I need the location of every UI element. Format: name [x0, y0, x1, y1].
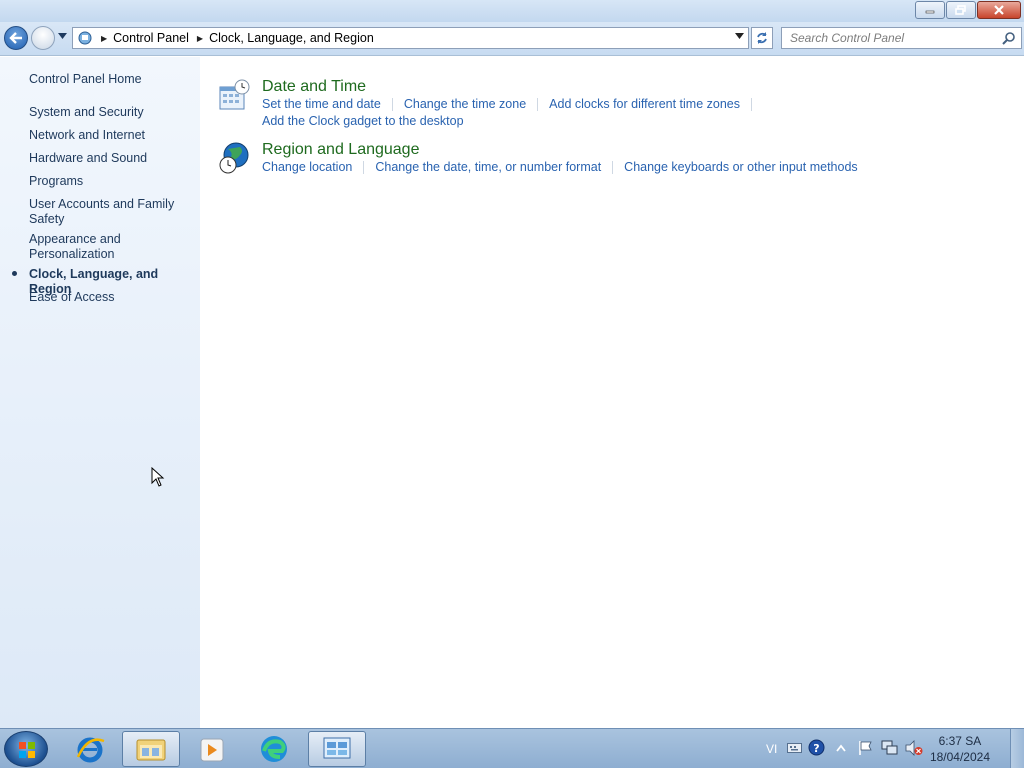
calendar-clock-icon[interactable] — [218, 78, 252, 112]
mouse-cursor-icon — [151, 467, 165, 487]
breadcrumb-arrow-icon[interactable]: ▶ — [101, 34, 107, 43]
link-change-keyboards[interactable]: Change keyboards or other input methods — [624, 160, 857, 174]
link-add-clock-gadget[interactable]: Add the Clock gadget to the desktop — [262, 114, 464, 128]
breadcrumb-clock-language-region[interactable]: Clock, Language, and Region — [209, 31, 374, 45]
sidebar-item-network-and-internet[interactable]: Network and Internet — [29, 128, 199, 143]
link-change-time-zone[interactable]: Change the time zone — [404, 97, 526, 111]
sidebar-item-hardware-and-sound[interactable]: Hardware and Sound — [29, 151, 199, 166]
taskbar-media-player[interactable] — [183, 731, 239, 767]
date-time-links-row1: Set the time and date Change the time zo… — [262, 97, 763, 111]
left-navigation-pane: Control Panel Home System and Security N… — [0, 57, 200, 728]
show-hidden-icons-icon[interactable] — [836, 744, 846, 752]
system-clock[interactable]: 6:37 SA 18/04/2024 — [930, 733, 990, 765]
taskbar-windows-explorer[interactable] — [122, 731, 180, 767]
main-content: Date and Time Set the time and date Chan… — [200, 57, 1024, 728]
link-set-time-and-date[interactable]: Set the time and date — [262, 97, 381, 111]
link-divider — [363, 160, 365, 174]
back-arrow-icon — [9, 32, 22, 44]
close-button[interactable] — [977, 1, 1021, 19]
action-center-flag-icon[interactable] — [858, 740, 874, 756]
tray-language[interactable]: VI — [766, 729, 777, 768]
link-change-date-time-number-format[interactable]: Change the date, time, or number format — [375, 160, 601, 174]
globe-clock-icon[interactable] — [218, 141, 252, 175]
category-title-date-and-time[interactable]: Date and Time — [262, 78, 366, 96]
sidebar-item-system-and-security[interactable]: System and Security — [29, 105, 199, 120]
svg-text:?: ? — [813, 742, 819, 755]
link-divider — [537, 97, 539, 111]
minimize-icon — [925, 10, 935, 14]
taskbar-control-panel[interactable] — [308, 731, 366, 767]
restore-button[interactable] — [946, 1, 976, 19]
navigation-bar: ▶ Control Panel ▶ Clock, Language, and R… — [0, 22, 1024, 56]
category-title-region-and-language[interactable]: Region and Language — [262, 141, 419, 159]
sidebar-item-control-panel-home[interactable]: Control Panel Home — [29, 72, 199, 87]
search-box — [781, 27, 1022, 49]
date-time-links-row2: Add the Clock gadget to the desktop — [262, 114, 464, 128]
address-bar[interactable]: ▶ Control Panel ▶ Clock, Language, and R… — [72, 27, 749, 49]
window-controls — [915, 1, 1021, 19]
breadcrumb-control-panel[interactable]: Control Panel — [113, 31, 189, 45]
sidebar-item-appearance[interactable]: Appearance and Personalization — [29, 232, 139, 262]
volume-muted-icon[interactable] — [905, 740, 923, 756]
back-button[interactable] — [4, 26, 28, 50]
breadcrumb-arrow-icon[interactable]: ▶ — [197, 34, 203, 43]
search-input[interactable] — [782, 28, 992, 48]
control-panel-icon — [78, 31, 92, 45]
link-divider — [612, 160, 614, 174]
clock-date: 18/04/2024 — [929, 750, 990, 764]
taskbar: VI ? 6:37 SA 18/04/2024 — [0, 728, 1024, 768]
link-divider — [391, 97, 393, 111]
language-indicator[interactable]: VI — [766, 742, 777, 756]
forward-button[interactable] — [31, 26, 55, 50]
start-button[interactable] — [4, 731, 48, 767]
search-icon[interactable] — [1002, 31, 1016, 45]
windows-logo-icon — [19, 742, 35, 758]
refresh-button[interactable] — [751, 27, 773, 49]
minimize-button[interactable] — [915, 1, 945, 19]
address-dropdown-icon[interactable] — [735, 33, 744, 39]
sidebar-item-ease-of-access[interactable]: Ease of Access — [29, 290, 199, 305]
control-panel-icon — [323, 737, 351, 759]
sidebar-item-programs[interactable]: Programs — [29, 174, 199, 189]
link-divider — [751, 97, 752, 111]
refresh-icon — [757, 32, 767, 44]
title-bar — [0, 0, 1024, 22]
edge-icon — [261, 736, 287, 762]
close-icon — [994, 5, 1004, 15]
taskbar-internet-explorer[interactable] — [62, 731, 118, 767]
keyboard-icon[interactable] — [787, 742, 802, 754]
link-change-location[interactable]: Change location — [262, 160, 352, 174]
clock-time: 6:37 SA — [938, 734, 982, 748]
internet-explorer-icon — [76, 737, 105, 763]
help-icon[interactable]: ? — [808, 739, 825, 756]
recent-pages-dropdown-icon[interactable] — [58, 33, 67, 39]
link-add-clocks[interactable]: Add clocks for different time zones — [549, 97, 740, 111]
taskbar-edge[interactable] — [246, 731, 302, 767]
network-icon[interactable] — [881, 740, 898, 756]
sidebar-item-user-accounts[interactable]: User Accounts and Family Safety — [29, 197, 179, 227]
current-page-bullet — [12, 271, 17, 276]
media-player-icon — [200, 738, 224, 762]
restore-icon — [955, 5, 966, 15]
show-desktop-button[interactable] — [1010, 729, 1024, 768]
region-language-links: Change location Change the date, time, o… — [262, 160, 858, 174]
windows-explorer-icon — [136, 739, 166, 761]
